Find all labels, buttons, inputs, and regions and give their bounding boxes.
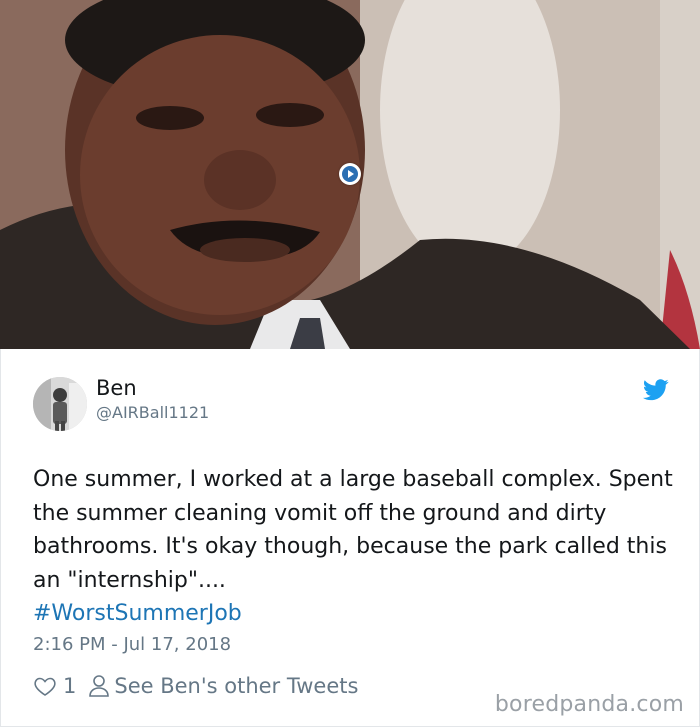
play-icon[interactable] [339, 163, 361, 185]
person-icon [89, 675, 110, 697]
tweet-photo[interactable] [0, 0, 700, 349]
watermark: boredpanda.com [494, 692, 684, 717]
heart-icon[interactable] [33, 674, 57, 698]
tweet-body: One summer, I worked at a large baseball… [33, 467, 673, 593]
like-count: 1 [63, 674, 77, 698]
play-icon-inner [342, 166, 358, 182]
avatar-image [33, 377, 87, 431]
author-name[interactable]: Ben [96, 376, 137, 400]
play-triangle [348, 170, 354, 178]
tweet-text: One summer, I worked at a large baseball… [33, 463, 673, 631]
see-other-tweets-link[interactable]: See Ben's other Tweets [114, 674, 358, 698]
tweet-card: Ben @AIRBall1121 One summer, I worked at… [0, 349, 700, 727]
twitter-bird-icon[interactable] [643, 379, 669, 401]
tweet-timestamp[interactable]: 2:16 PM - Jul 17, 2018 [33, 634, 231, 655]
author-handle[interactable]: @AIRBall1121 [96, 403, 209, 422]
tweet-actions: 1 See Ben's other Tweets [33, 672, 358, 700]
avatar[interactable] [33, 377, 87, 431]
hashtag-link[interactable]: #WorstSummerJob [33, 597, 673, 631]
